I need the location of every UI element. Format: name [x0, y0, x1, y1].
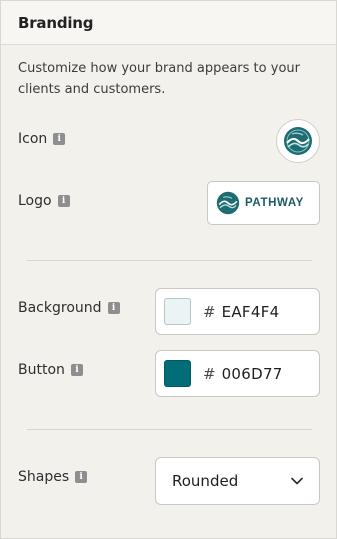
branding-description: Customize how your brand appears to your…	[18, 61, 300, 97]
logo-label: Logo	[18, 193, 52, 209]
info-icon[interactable]: i	[57, 195, 70, 207]
button-label: Button	[18, 362, 65, 378]
button-row-label: Button i	[18, 362, 83, 378]
brand-mark-icon	[284, 127, 312, 155]
divider	[27, 260, 312, 261]
chevron-down-icon	[291, 477, 303, 485]
logo-upload[interactable]: PATHWAY	[207, 181, 320, 225]
background-label: Background	[18, 300, 102, 316]
icon-row-label: Icon i	[18, 131, 66, 147]
logo-row-label: Logo i	[18, 193, 70, 209]
branding-panel: Branding Customize how your brand appear…	[0, 0, 337, 539]
background-color-field[interactable]: # EAF4F4	[155, 288, 320, 335]
hash-symbol: #	[203, 302, 216, 321]
info-icon[interactable]: i	[70, 364, 83, 376]
logo-wordmark: PATHWAY	[245, 197, 304, 209]
background-hex-value[interactable]: EAF4F4	[222, 303, 280, 321]
info-icon[interactable]: i	[75, 471, 88, 483]
background-row-label: Background i	[18, 300, 120, 316]
panel-title: Branding	[18, 14, 94, 32]
button-hex-value[interactable]: 006D77	[222, 365, 283, 383]
panel-header: Branding	[1, 1, 336, 45]
shapes-select[interactable]: Rounded	[155, 457, 320, 505]
button-color-swatch[interactable]	[164, 360, 191, 387]
hash-symbol: #	[203, 364, 216, 383]
info-icon[interactable]: i	[107, 302, 120, 314]
brand-icon-upload[interactable]	[276, 119, 320, 163]
background-color-swatch[interactable]	[164, 298, 191, 325]
info-icon[interactable]: i	[53, 133, 66, 145]
icon-label: Icon	[18, 131, 48, 147]
divider	[27, 429, 312, 430]
shapes-label: Shapes	[18, 469, 70, 485]
shapes-row-label: Shapes i	[18, 469, 88, 485]
shapes-selected-value: Rounded	[172, 472, 239, 490]
logo-mark-icon	[216, 191, 240, 215]
button-color-field[interactable]: # 006D77	[155, 350, 320, 397]
